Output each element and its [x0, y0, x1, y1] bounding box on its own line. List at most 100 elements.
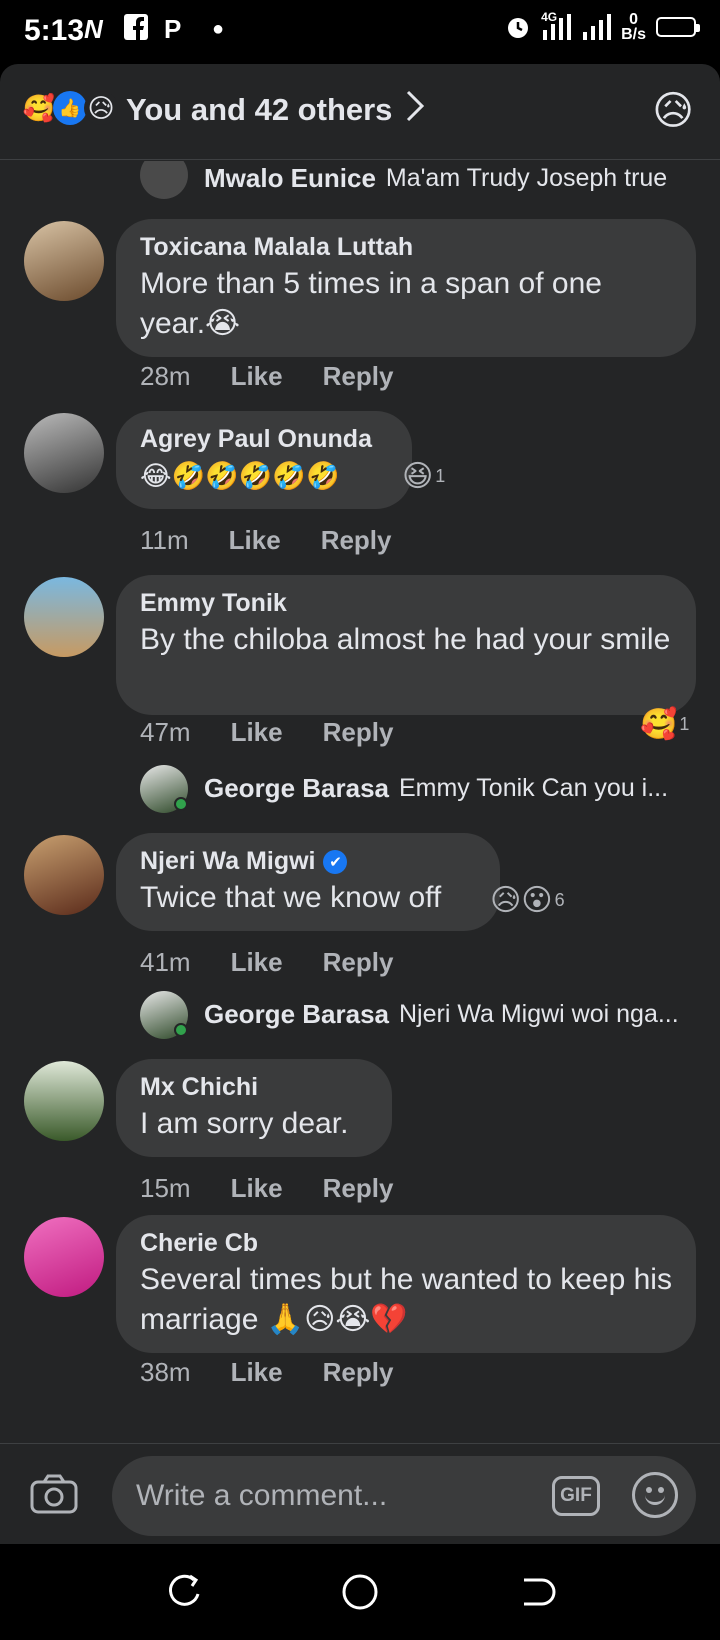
comment-bubble[interactable]: Cherie Cb Several times but he wanted to…	[116, 1215, 696, 1353]
comment-bubble[interactable]: Agrey Paul Onunda 😂🤣🤣🤣🤣🤣	[116, 411, 412, 509]
comment-text: By the chiloba almost he had your smile	[140, 623, 671, 656]
avatar[interactable]	[24, 413, 104, 493]
comment-input[interactable]	[112, 1456, 696, 1536]
reaction-count: 1	[679, 714, 690, 734]
comment-time: 15m	[140, 1173, 191, 1203]
comment-text: More than 5 times in a span of one year.…	[140, 267, 602, 340]
camera-icon[interactable]	[30, 1474, 78, 1514]
commenter-name[interactable]: Mwalo Eunice	[204, 163, 376, 194]
verified-badge-icon: ✔	[323, 849, 348, 874]
comment-text: I am sorry dear.	[140, 1107, 349, 1140]
commenter-name[interactable]: Njeri Wa Migwi ✔	[140, 847, 476, 876]
netflix-icon: N	[84, 14, 103, 44]
reactions-header[interactable]: 🥰 👍 😥 You and 42 others 😥	[0, 64, 720, 160]
comment-text: Several times but he wanted to keep his …	[140, 1263, 672, 1336]
reply-button[interactable]: Reply	[323, 717, 394, 748]
comment-bubble[interactable]: Toxicana Malala Luttah More than 5 times…	[116, 219, 696, 357]
recent-apps-icon[interactable]	[164, 1572, 204, 1612]
reply-button[interactable]: Reply	[323, 1357, 394, 1388]
comment-text: Emmy Tonik Can you i...	[398, 774, 669, 802]
avatar[interactable]	[24, 1217, 104, 1297]
comment-text: Njeri Wa Migwi woi nga...	[398, 1000, 679, 1028]
sad-reaction-icon: 😥	[84, 91, 118, 125]
comment-actions: 28m Like Reply	[140, 361, 393, 392]
comments-panel: 🥰 👍 😥 You and 42 others 😥 Mwalo Eunice M…	[0, 64, 720, 1544]
signal-4g-icon: 4G	[541, 10, 572, 42]
comment-actions: 41m Like Reply	[140, 947, 393, 978]
battery-icon	[656, 17, 700, 37]
avatar[interactable]	[24, 835, 104, 915]
comments-list[interactable]: Mwalo Eunice Ma'am Trudy Joseph true Tox…	[0, 161, 720, 1443]
like-button[interactable]: Like	[231, 1357, 283, 1388]
status-right: 4G 0 B/s	[505, 10, 700, 43]
commenter-name[interactable]: Mx Chichi	[140, 1073, 368, 1102]
signal-icon	[583, 14, 612, 40]
avatar[interactable]	[24, 221, 104, 301]
comment-time: 28m	[140, 361, 191, 391]
laugh-reaction-icon: 😆	[402, 460, 434, 493]
comment-bubble[interactable]: Emmy Tonik By the chiloba almost he had …	[116, 575, 696, 715]
care-reaction-icon: 🥰	[640, 708, 678, 741]
reply-preview[interactable]: George Barasa Emmy Tonik Can you i...	[204, 773, 668, 804]
care-reaction-icon: 🥰	[22, 91, 56, 125]
reaction-badge[interactable]: 😥😮 6	[490, 883, 565, 918]
reply-button[interactable]: Reply	[323, 1173, 394, 1204]
like-button[interactable]: Like	[231, 1173, 283, 1204]
like-button[interactable]: Like	[231, 947, 283, 978]
like-reaction-icon: 👍	[53, 91, 87, 125]
like-button[interactable]: Like	[231, 361, 283, 392]
reply-preview[interactable]: Mwalo Eunice Ma'am Trudy Joseph true	[204, 163, 667, 194]
system-nav-bar	[0, 1544, 720, 1640]
alarm-icon	[508, 18, 529, 38]
pinterest-icon: P	[164, 14, 182, 44]
reaction-summary: 🥰 👍 😥	[22, 91, 118, 125]
like-button[interactable]: Like	[231, 717, 283, 748]
back-icon[interactable]	[516, 1572, 556, 1612]
home-icon[interactable]	[340, 1572, 380, 1612]
comment-time: 41m	[140, 947, 191, 977]
online-indicator	[174, 797, 188, 811]
reply-button[interactable]: Reply	[323, 947, 394, 978]
my-reaction-button[interactable]: 😥	[652, 88, 694, 134]
comment-text: 😂🤣🤣🤣🤣🤣	[140, 461, 340, 491]
reaction-count: 1	[435, 466, 446, 486]
comment-time: 38m	[140, 1357, 191, 1387]
facebook-icon	[124, 14, 148, 47]
status-bar: 5:13 N P ● 4G 0 B/s	[0, 0, 720, 64]
comment-text: Ma'am Trudy Joseph true	[385, 164, 668, 192]
comment-actions: 15m Like Reply	[140, 1173, 393, 1204]
reaction-badge[interactable]: 😆 1	[402, 459, 445, 494]
commenter-name-text[interactable]: Njeri Wa Migwi	[140, 847, 315, 876]
comment-actions: 47m Like Reply	[140, 717, 393, 748]
comment-bubble[interactable]: Njeri Wa Migwi ✔ Twice that we know off	[116, 833, 500, 931]
comment-time: 11m	[140, 525, 189, 555]
avatar[interactable]	[140, 161, 188, 199]
commenter-name[interactable]: Emmy Tonik	[140, 589, 672, 618]
reaction-count: 6	[554, 890, 565, 910]
reactions-count-text[interactable]: You and 42 others	[126, 92, 392, 128]
commenter-name[interactable]: Toxicana Malala Luttah	[140, 233, 672, 262]
avatar[interactable]	[24, 1061, 104, 1141]
emoji-icon[interactable]	[632, 1472, 678, 1518]
commenter-name[interactable]: George Barasa	[204, 999, 389, 1030]
commenter-name[interactable]: Cherie Cb	[140, 1229, 672, 1258]
like-button[interactable]: Like	[229, 525, 281, 556]
comment-composer: GIF	[0, 1443, 720, 1544]
chevron-right-icon[interactable]	[404, 88, 426, 133]
commenter-name[interactable]: Agrey Paul Onunda	[140, 425, 388, 454]
network-speed: 0 B/s	[621, 11, 646, 43]
commenter-name[interactable]: George Barasa	[204, 773, 389, 804]
reply-preview[interactable]: George Barasa Njeri Wa Migwi woi nga...	[204, 999, 679, 1030]
comment-text: Twice that we know off	[140, 881, 442, 914]
sad-wow-reaction-icon: 😥😮	[490, 884, 553, 917]
comment-actions: 11m Like Reply	[140, 525, 392, 556]
reply-button[interactable]: Reply	[323, 361, 394, 392]
comment-bubble[interactable]: Mx Chichi I am sorry dear.	[116, 1059, 392, 1157]
gif-button[interactable]: GIF	[552, 1476, 600, 1516]
avatar[interactable]	[24, 577, 104, 657]
online-indicator	[174, 1023, 188, 1037]
dot-icon: ●	[212, 18, 225, 40]
comment-actions: 38m Like Reply	[140, 1357, 393, 1388]
reply-button[interactable]: Reply	[321, 525, 392, 556]
reaction-badge[interactable]: 🥰 1	[640, 707, 689, 742]
